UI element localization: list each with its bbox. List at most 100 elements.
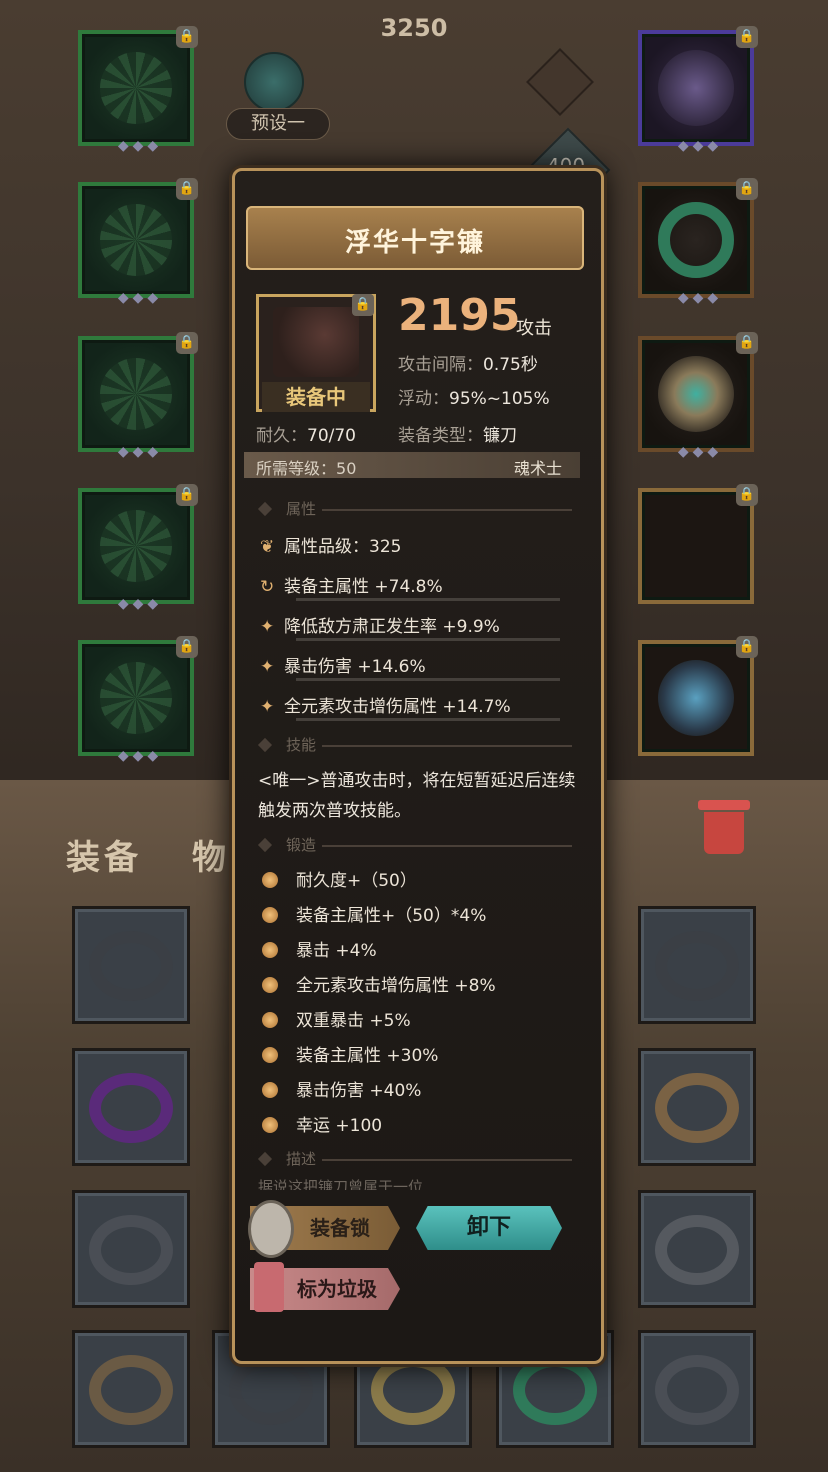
skill-description: <唯一>普通攻击时，将在短暂延迟后连续触发两次普攻技能。 bbox=[258, 771, 576, 821]
attribute-underline bbox=[296, 678, 560, 681]
gem-sockets: ◆◆◆ bbox=[677, 444, 723, 460]
gauntlet-icon bbox=[658, 660, 734, 736]
inventory-item-ruby-ring[interactable] bbox=[638, 1048, 756, 1166]
equip-slot-amulet[interactable]: 🔒 ◆◆◆ bbox=[638, 26, 758, 154]
item-lock-icon: 🔒 bbox=[352, 294, 374, 316]
sparkle-icon: ✦ bbox=[260, 617, 275, 637]
trash-tag-icon bbox=[254, 1262, 284, 1312]
forge-row: 装备主属性+（50）*4% bbox=[262, 901, 486, 926]
forge-bullet-icon bbox=[262, 1012, 278, 1028]
attack-label: 攻击 bbox=[516, 318, 552, 339]
durability-stat: 耐久：70/70 bbox=[256, 426, 356, 446]
ring-icon bbox=[655, 1215, 739, 1285]
inventory-item-star-ring[interactable] bbox=[72, 1190, 190, 1308]
empty-slot-emblem-icon bbox=[100, 662, 172, 734]
equip-slot-left-2[interactable]: 🔒 ◆◆◆ bbox=[78, 178, 198, 306]
inventory-item-purple-ring[interactable] bbox=[72, 1048, 190, 1166]
divider bbox=[322, 509, 572, 511]
attribute-row: ✦ 暴击伤害 +14.6% bbox=[260, 657, 426, 677]
ring-icon bbox=[89, 1215, 173, 1285]
gem-sockets: ◆◆◆ bbox=[117, 444, 163, 460]
unequip-button[interactable]: 卸下 bbox=[416, 1206, 562, 1250]
ornate-ring-icon bbox=[658, 356, 734, 432]
class-requirement: 魂术士 bbox=[514, 459, 563, 478]
empty-slot-emblem-icon bbox=[100, 52, 172, 124]
float-stat: 浮动：95%~105% bbox=[398, 389, 550, 409]
ring-icon bbox=[655, 931, 739, 1001]
attribute-row: ❦ 属性品级：325 bbox=[260, 537, 402, 557]
lock-icon: 🔒 bbox=[736, 636, 758, 658]
ring-icon bbox=[655, 1073, 739, 1143]
gem-sockets: ◆◆◆ bbox=[117, 596, 163, 612]
attack-interval-stat: 攻击间隔：0.75秒 bbox=[398, 355, 538, 375]
inventory-item-blue-gem-ring[interactable] bbox=[72, 1330, 190, 1448]
gem-sockets: ◆◆◆ bbox=[117, 748, 163, 764]
equip-slot-left-4[interactable]: 🔒 ◆◆◆ bbox=[78, 484, 198, 612]
amulet-icon bbox=[658, 50, 734, 126]
inventory-item-chain-ring[interactable] bbox=[72, 906, 190, 1024]
trash-icon[interactable] bbox=[698, 790, 750, 858]
equip-slot-ring-1[interactable]: 🔒 ◆◆◆ bbox=[638, 178, 758, 306]
ring-icon bbox=[89, 931, 173, 1001]
ring-icon bbox=[513, 1355, 597, 1425]
level-requirement: 所需等级：50 bbox=[256, 459, 357, 478]
equipped-badge: 装备中 bbox=[262, 382, 370, 412]
inventory-item-gem-ring[interactable] bbox=[638, 1330, 756, 1448]
item-name: 浮华十字镰 bbox=[344, 228, 485, 258]
section-attributes: 属性 bbox=[286, 500, 317, 518]
lock-icon: 🔒 bbox=[736, 178, 758, 200]
gem-sockets: ◆◆◆ bbox=[677, 290, 723, 306]
padlock-icon bbox=[248, 1200, 294, 1258]
section-description: 描述 bbox=[286, 1150, 317, 1168]
attribute-row: ↻ 装备主属性 +74.8% bbox=[260, 577, 443, 597]
forge-row: 全元素攻击增伤属性 +8% bbox=[262, 971, 496, 996]
forge-row: 装备主属性 +30% bbox=[262, 1041, 438, 1066]
ring-icon bbox=[229, 1355, 313, 1425]
empty-slot-emblem-icon bbox=[100, 204, 172, 276]
forge-row: 双重暴击 +5% bbox=[262, 1006, 411, 1031]
empty-slot-emblem-icon bbox=[100, 358, 172, 430]
preset-button[interactable]: 预设一 bbox=[226, 108, 330, 140]
equip-slot-gauntlet[interactable]: 🔒 bbox=[638, 636, 758, 756]
equip-slot-empty[interactable]: 🔒 bbox=[638, 484, 758, 604]
ring-icon bbox=[655, 1355, 739, 1425]
inventory-item-iron-ring[interactable] bbox=[638, 1190, 756, 1308]
forge-bullet-icon bbox=[262, 977, 278, 993]
grade-icon: ❦ bbox=[260, 537, 275, 557]
equip-slot-left-1[interactable]: 🔒 ◆◆◆ bbox=[78, 26, 198, 154]
refresh-icon: ↻ bbox=[260, 577, 275, 597]
forge-bullet-icon bbox=[262, 942, 278, 958]
attribute-underline bbox=[296, 598, 560, 601]
attribute-underline bbox=[296, 638, 560, 641]
lock-icon: 🔒 bbox=[176, 484, 198, 506]
forge-bullet-icon bbox=[262, 1082, 278, 1098]
equip-slot-left-3[interactable]: 🔒 ◆◆◆ bbox=[78, 332, 198, 460]
lock-icon: 🔒 bbox=[176, 26, 198, 48]
forge-bullet-icon bbox=[262, 1117, 278, 1133]
attribute-row: ✦ 全元素攻击增伤属性 +14.7% bbox=[260, 697, 511, 717]
divider bbox=[322, 745, 572, 747]
divider bbox=[322, 1159, 572, 1161]
forge-bullet-icon bbox=[262, 907, 278, 923]
lock-icon: 🔒 bbox=[176, 178, 198, 200]
lock-icon: 🔒 bbox=[176, 332, 198, 354]
power-score: 3250 bbox=[380, 14, 448, 42]
jade-ring-icon bbox=[658, 202, 734, 278]
attribute-underline bbox=[296, 718, 560, 721]
forge-row: 暴击 +4% bbox=[262, 936, 377, 961]
section-forge: 锻造 bbox=[286, 836, 317, 854]
preset-emblem-icon[interactable] bbox=[244, 52, 304, 112]
gem-sockets: ◆◆◆ bbox=[117, 138, 163, 154]
divider bbox=[322, 845, 572, 847]
tab-equipment[interactable]: 装备 bbox=[66, 830, 142, 879]
equip-type-stat: 装备类型：镰刀 bbox=[398, 426, 517, 446]
lock-icon: 🔒 bbox=[176, 636, 198, 658]
lock-icon: 🔒 bbox=[736, 26, 758, 48]
ring-icon bbox=[371, 1355, 455, 1425]
equip-slot-ring-2[interactable]: 🔒 ◆◆◆ bbox=[638, 332, 758, 460]
scythe-icon bbox=[273, 307, 359, 377]
attack-value: 2195 bbox=[398, 290, 521, 341]
ring-icon bbox=[89, 1073, 173, 1143]
inventory-item-chain-ring-2[interactable] bbox=[638, 906, 756, 1024]
equip-slot-left-5[interactable]: 🔒 ◆◆◆ bbox=[78, 636, 198, 764]
